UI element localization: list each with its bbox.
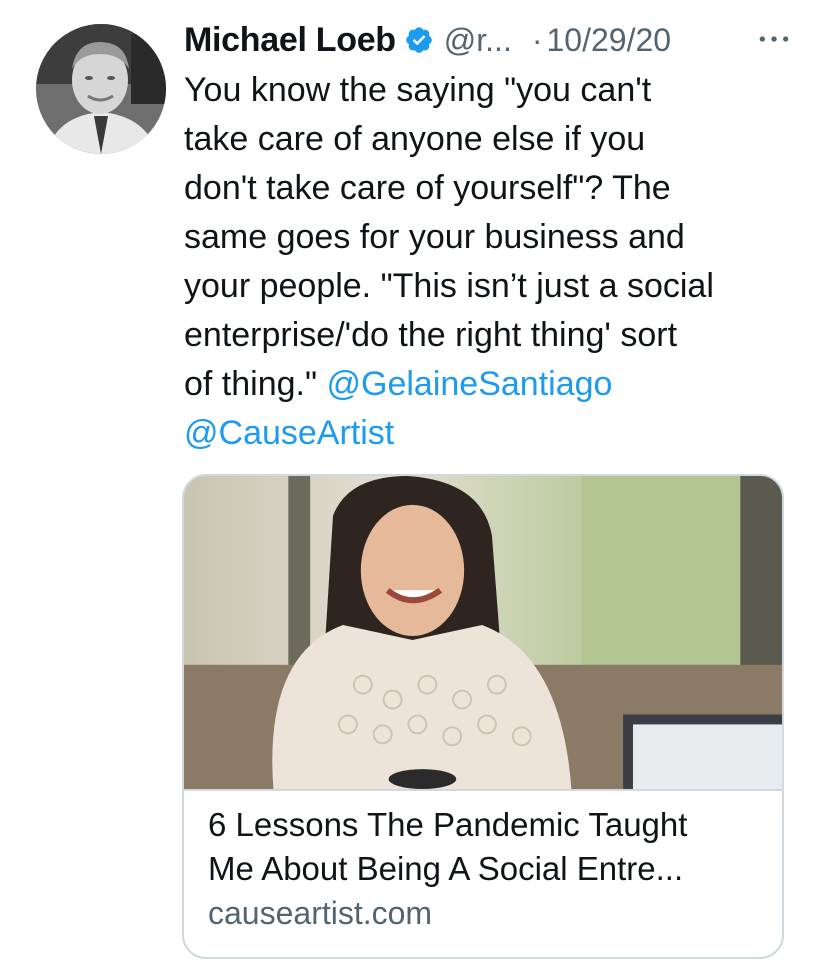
card-title-line: 6 Lessons The Pandemic Taught — [208, 806, 688, 843]
separator-dot: · — [531, 21, 543, 58]
tweet-header: Michael Loeb @r... · 10/29/20 — [184, 18, 794, 62]
tweet-text-line: enterprise/'do the right thing' sort — [184, 316, 678, 354]
card-domain[interactable]: causeartist.com — [208, 891, 758, 935]
tweet-text: You know the saying "you can't take care… — [184, 66, 794, 458]
verified-badge-icon — [404, 25, 434, 55]
tweet-text-line: same goes for your business and — [184, 218, 685, 256]
link-preview-card[interactable]: 6 Lessons The Pandemic Taught Me About B… — [182, 474, 784, 959]
mention-link-causeartist[interactable]: @CauseArtist — [184, 409, 794, 458]
tweet-text-line: You know the saying "you can't — [184, 71, 652, 109]
author-name[interactable]: Michael Loeb — [184, 21, 396, 60]
card-title[interactable]: 6 Lessons The Pandemic Taught Me About B… — [208, 803, 758, 891]
mention-link-gelainesantiago[interactable]: @GelaineSantiago — [327, 365, 613, 403]
tweet-text-line: your people. "This isn’t just a social — [184, 267, 714, 305]
avatar-photo — [36, 24, 166, 154]
tweet-text-line: take care of anyone else if you — [184, 120, 646, 158]
more-horizontal-icon[interactable] — [754, 22, 794, 56]
card-title-line: Me About Being A Social Entre... — [208, 850, 684, 887]
author-handle[interactable]: @r... — [444, 22, 512, 59]
card-body: 6 Lessons The Pandemic Taught Me About B… — [184, 791, 782, 935]
tweet-date[interactable]: 10/29/20 — [546, 22, 671, 59]
tweet-text-line: don't take care of yourself"? The — [184, 169, 671, 207]
tweet-text-prefix: of thing." — [184, 365, 327, 403]
card-image[interactable] — [184, 476, 782, 791]
author-avatar[interactable] — [36, 24, 166, 154]
tweet-text-line-last: of thing." @GelaineSantiago — [184, 360, 794, 409]
